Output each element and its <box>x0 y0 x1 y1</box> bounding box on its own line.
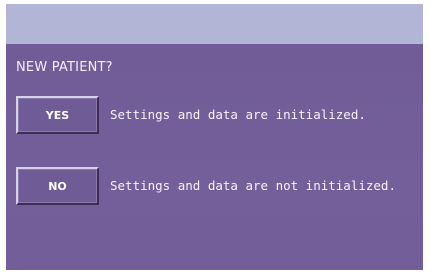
yes-button[interactable]: YES <box>16 96 99 134</box>
no-button-label: NO <box>48 179 67 193</box>
dialog-panel <box>6 44 423 270</box>
yes-button-label: YES <box>45 108 70 122</box>
no-button[interactable]: NO <box>16 167 99 205</box>
new-patient-prompt: NEW PATIENT? <box>16 60 113 75</box>
title-strip <box>6 4 423 44</box>
no-description: Settings and data are not initialized. <box>110 178 396 193</box>
new-patient-dialog: NEW PATIENT? YES Settings and data are i… <box>0 0 430 276</box>
yes-description: Settings and data are initialized. <box>110 107 366 122</box>
